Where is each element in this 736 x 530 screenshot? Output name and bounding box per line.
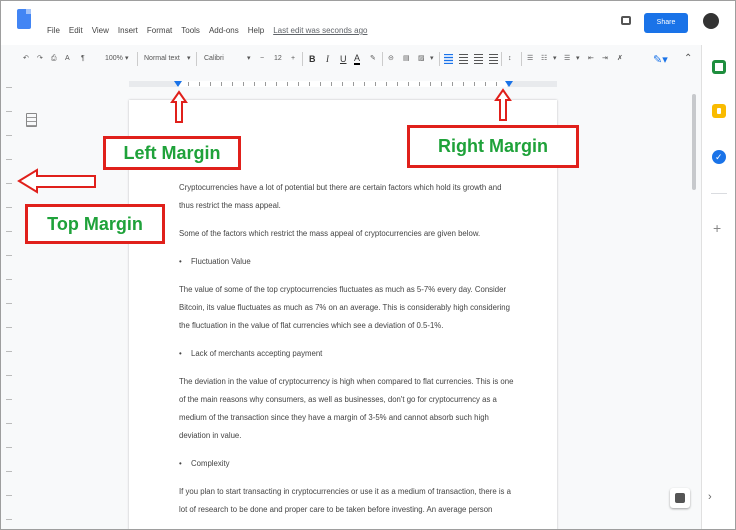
google-docs-window: File Edit View Insert Format Tools Add-o… <box>0 0 736 530</box>
zoom-select[interactable]: 100% <box>105 53 123 65</box>
font-size-input[interactable]: 12 <box>274 53 282 65</box>
top-margin-label: Top Margin <box>25 204 165 244</box>
menu-tools[interactable]: Tools <box>181 26 200 35</box>
add-addon-icon[interactable]: + <box>713 220 721 236</box>
chevron-down-icon[interactable]: ▾ <box>576 53 580 65</box>
vertical-ruler[interactable] <box>6 87 12 525</box>
menu-file[interactable]: File <box>47 26 60 35</box>
ruler-ticks <box>177 82 507 86</box>
chevron-down-icon[interactable]: ▾ <box>187 53 191 65</box>
clear-formatting-icon[interactable]: ✗ <box>617 53 623 65</box>
menu-view[interactable]: View <box>92 26 109 35</box>
side-divider <box>711 193 727 194</box>
bullet-item: Lack of merchants accepting payment <box>179 345 517 363</box>
paragraph: Some of the factors which restrict the m… <box>179 229 481 238</box>
docs-logo-icon[interactable] <box>17 9 31 29</box>
document-body[interactable]: Cryptocurrencies have a lot of potential… <box>179 179 517 529</box>
bulleted-list-icon[interactable]: ☰ <box>564 53 570 65</box>
menu-edit[interactable]: Edit <box>69 26 83 35</box>
toolbar-divider <box>302 52 303 66</box>
toolbar: ↶ ↷ ⎙ A ¶ 100% ▾ Normal text ▾ Calibri ▾… <box>1 47 701 71</box>
paragraph: The deviation in the value of cryptocurr… <box>179 377 514 440</box>
chevron-right-icon[interactable]: › <box>708 491 712 503</box>
side-panel: + <box>701 45 735 529</box>
bold-button[interactable]: B <box>309 53 316 65</box>
align-justify-icon[interactable] <box>489 54 498 64</box>
right-margin-label: Right Margin <box>407 125 579 168</box>
calendar-icon[interactable] <box>712 60 726 74</box>
menu-insert[interactable]: Insert <box>118 26 138 35</box>
chevron-down-icon[interactable]: ▾ <box>247 53 251 65</box>
toolbar-divider <box>439 52 440 66</box>
explore-button[interactable] <box>670 488 690 508</box>
document-outline-icon[interactable] <box>26 113 37 127</box>
paragraph: The value of some of the top cryptocurre… <box>179 285 510 330</box>
avatar[interactable] <box>703 13 719 29</box>
line-spacing-icon[interactable]: ↕ <box>508 53 512 65</box>
menu-addons[interactable]: Add-ons <box>209 26 239 35</box>
last-edit-link[interactable]: Last edit was seconds ago <box>273 26 367 35</box>
menu-help[interactable]: Help <box>248 26 264 35</box>
chevron-down-icon[interactable]: ▾ <box>125 53 129 65</box>
left-margin-label: Left Margin <box>103 136 241 170</box>
comment-icon[interactable]: ▤ <box>403 53 410 65</box>
menu-bar: File Edit View Insert Format Tools Add-o… <box>1 1 735 45</box>
redo-icon[interactable]: ↷ <box>37 53 43 65</box>
left-indent-marker[interactable] <box>174 81 182 87</box>
decrease-indent-icon[interactable]: ⇤ <box>588 53 594 65</box>
increase-font-icon[interactable]: + <box>291 53 295 65</box>
arrow-up-icon <box>494 88 512 121</box>
scrollbar[interactable] <box>692 94 696 190</box>
spellcheck-icon[interactable]: A <box>65 53 70 65</box>
comment-history-icon[interactable] <box>621 16 631 25</box>
toolbar-divider <box>521 52 522 66</box>
menu-list: File Edit View Insert Format Tools Add-o… <box>47 26 367 35</box>
paragraph: Cryptocurrencies have a lot of potential… <box>179 183 502 210</box>
horizontal-ruler[interactable] <box>129 77 557 89</box>
toolbar-divider <box>196 52 197 66</box>
menu-format[interactable]: Format <box>147 26 172 35</box>
keep-icon[interactable] <box>712 104 726 118</box>
bullet-item: Fluctuation Value <box>179 253 517 271</box>
chevron-down-icon[interactable]: ▾ <box>430 53 434 65</box>
print-icon[interactable]: ⎙ <box>51 53 57 65</box>
paragraph: If you plan to start transacting in cryp… <box>179 487 511 514</box>
highlight-icon[interactable]: ✎ <box>370 53 376 65</box>
font-select[interactable]: Calibri <box>204 53 224 65</box>
toolbar-divider <box>137 52 138 66</box>
align-center-icon[interactable] <box>459 54 468 64</box>
share-button[interactable]: Share <box>644 13 688 33</box>
right-indent-marker[interactable] <box>505 81 513 87</box>
align-left-icon[interactable] <box>444 54 453 64</box>
toolbar-divider <box>501 52 502 66</box>
decrease-font-icon[interactable]: − <box>260 53 264 65</box>
numbered-list-icon[interactable]: ☷ <box>541 53 547 65</box>
undo-icon[interactable]: ↶ <box>23 53 29 65</box>
checklist-icon[interactable]: ☰ <box>527 53 533 65</box>
collapse-menu-icon[interactable]: ⌃ <box>684 53 692 64</box>
chevron-down-icon[interactable]: ▾ <box>553 53 557 65</box>
underline-button[interactable]: U <box>340 53 347 65</box>
arrow-up-icon <box>170 90 188 123</box>
link-icon[interactable]: ⊝ <box>388 53 394 65</box>
increase-indent-icon[interactable]: ⇥ <box>602 53 608 65</box>
toolbar-divider <box>382 52 383 66</box>
italic-button[interactable]: I <box>326 53 329 65</box>
bullet-item: Complexity <box>179 455 517 473</box>
image-icon[interactable]: ▨ <box>418 53 425 65</box>
text-color-button[interactable]: A <box>354 53 361 65</box>
align-right-icon[interactable] <box>474 54 483 64</box>
style-select[interactable]: Normal text <box>144 53 180 65</box>
tasks-icon[interactable] <box>712 150 726 164</box>
arrow-left-icon <box>17 168 96 194</box>
paint-format-icon[interactable]: ¶ <box>81 53 85 65</box>
editing-mode-icon[interactable]: ✎▾ <box>653 53 668 66</box>
